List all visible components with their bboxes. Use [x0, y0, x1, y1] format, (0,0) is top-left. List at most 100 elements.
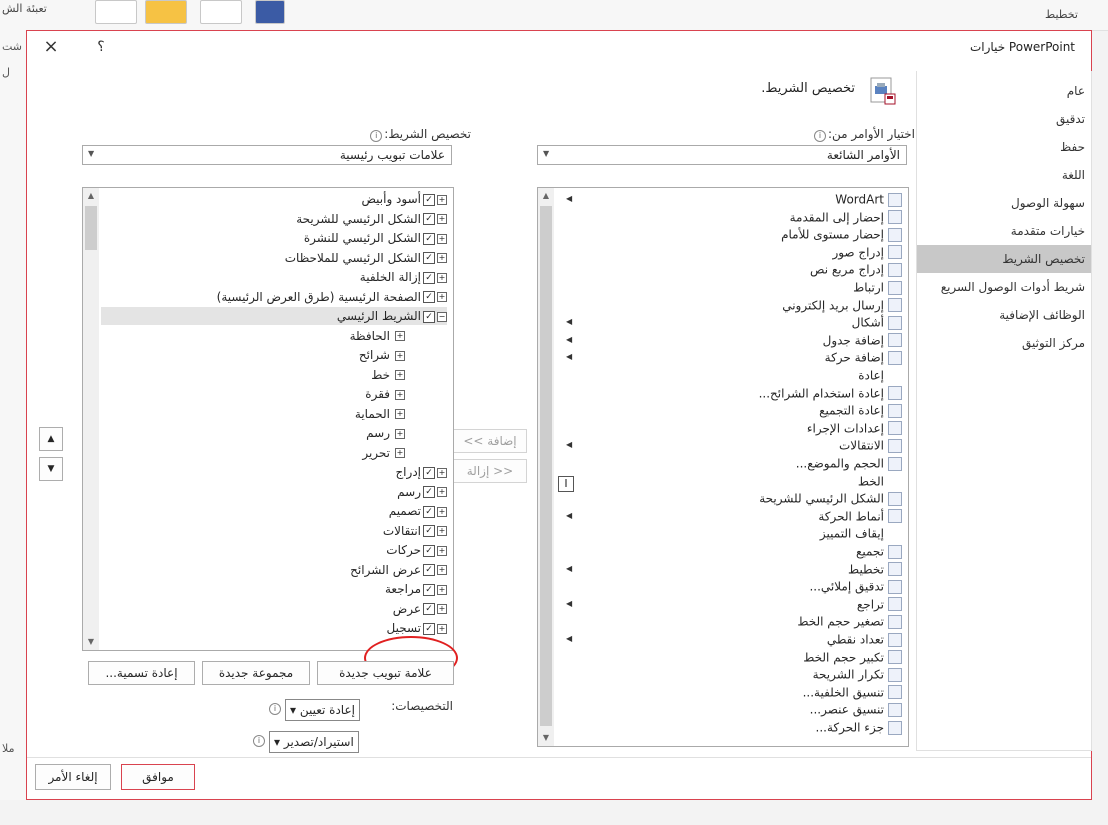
tab-checkbox[interactable]: ✓	[423, 525, 435, 537]
command-item[interactable]: إعدادات الإجراء	[807, 419, 902, 437]
nav-item[interactable]: حفظ	[917, 133, 1091, 161]
command-item[interactable]: تدقيق إملائي...	[809, 577, 902, 595]
command-item[interactable]: إضافة حركة	[825, 348, 902, 366]
tab-checkbox[interactable]: ✓	[423, 466, 435, 479]
expand-icon[interactable]: +	[437, 487, 447, 497]
tree-node[interactable]: + خط	[371, 366, 405, 384]
expand-icon[interactable]: +	[437, 272, 447, 283]
scroll-down-icon[interactable]: ▼	[83, 634, 99, 650]
tab-checkbox[interactable]: ✓	[423, 252, 435, 264]
scrollbar-thumb[interactable]	[85, 206, 97, 250]
command-item[interactable]: إعادة	[858, 366, 902, 384]
command-item[interactable]: إحضار مستوى للأمام	[781, 225, 902, 243]
command-item[interactable]: تخطيط	[848, 560, 902, 578]
ribbon-tree[interactable]: ▲ ▼ +✓أسود وأبيض +✓الشكل الرئيسي للشريحة +…	[82, 187, 454, 651]
command-item[interactable]: الحجم والموضع...	[796, 454, 902, 472]
expand-icon[interactable]: +	[395, 448, 405, 458]
command-item[interactable]: إرسال بريد إلكتروني	[782, 296, 902, 314]
expand-icon[interactable]: +	[437, 292, 447, 302]
tab-checkbox[interactable]: ✓	[423, 603, 435, 615]
commands-list[interactable]: ▲ ▼ I WordArt ◀ إحضار إلى المقدمة إحضار مست…	[537, 187, 909, 747]
expand-icon[interactable]: +	[395, 409, 405, 419]
command-item[interactable]: إدراج مربع نص	[810, 260, 902, 278]
tree-node[interactable]: −✓الشريط الرئيسي	[101, 307, 447, 325]
collapse-icon[interactable]: −	[437, 311, 447, 322]
tab-checkbox[interactable]: ✓	[423, 564, 435, 576]
tree-node[interactable]: + الحافظة	[350, 327, 405, 345]
ok-button[interactable]: موافق	[121, 764, 195, 790]
tree-node[interactable]: + فقرة	[365, 385, 405, 403]
expand-icon[interactable]: +	[437, 506, 447, 517]
tree-node[interactable]: +✓عرض الشرائح	[350, 561, 447, 579]
nav-item[interactable]: مركز التوثيق	[917, 329, 1091, 357]
tree-node[interactable]: + الحماية	[355, 405, 405, 423]
tab-checkbox[interactable]: ✓	[423, 213, 435, 225]
nav-item[interactable]: تخصيص الشريط	[917, 245, 1091, 273]
expand-icon[interactable]: +	[437, 545, 447, 556]
command-item[interactable]: تكرار الشريحة	[813, 665, 902, 683]
command-item[interactable]: تنسيق الخلفية...	[803, 683, 902, 701]
nav-item[interactable]: تدقيق	[917, 105, 1091, 133]
tab-checkbox[interactable]: ✓	[423, 310, 435, 323]
nav-item[interactable]: الوظائف الإضافية	[917, 301, 1091, 329]
customize-ribbon-dropdown[interactable]: علامات تبويب رئيسية ▼	[82, 145, 452, 165]
expand-icon[interactable]: +	[437, 194, 447, 205]
ribbon-tree-scrollbar[interactable]: ▲ ▼	[83, 188, 99, 650]
command-item[interactable]: ارتباط	[853, 278, 902, 296]
expand-icon[interactable]: +	[395, 370, 405, 380]
tree-node[interactable]: +✓تسجيل	[387, 619, 447, 637]
command-item[interactable]: الخط	[858, 472, 902, 490]
tree-node[interactable]: + رسم	[366, 424, 405, 442]
tree-node[interactable]: +✓رسم	[397, 483, 447, 501]
command-item[interactable]: جزء الحركة...	[816, 718, 902, 736]
expand-icon[interactable]: +	[395, 389, 405, 400]
expand-icon[interactable]: +	[437, 253, 447, 263]
scroll-up-icon[interactable]: ▲	[538, 188, 554, 204]
tab-checkbox[interactable]: ✓	[423, 232, 435, 245]
tab-checkbox[interactable]: ✓	[423, 291, 435, 303]
nav-item[interactable]: اللغة	[917, 161, 1091, 189]
tree-node[interactable]: +✓إدراج	[395, 463, 447, 481]
expand-icon[interactable]: +	[395, 331, 405, 341]
scroll-down-icon[interactable]: ▼	[538, 730, 554, 746]
tab-checkbox[interactable]: ✓	[423, 622, 435, 635]
command-item[interactable]: تكبير حجم الخط	[803, 648, 902, 666]
command-item[interactable]: تراجع	[857, 595, 902, 613]
remove-button[interactable]: << إزالة	[453, 459, 527, 483]
command-item[interactable]: أشكال	[852, 313, 902, 331]
reset-dropdown[interactable]: إعادة تعيين ▾	[285, 699, 360, 721]
expand-icon[interactable]: +	[437, 584, 447, 595]
expand-icon[interactable]: +	[395, 428, 405, 439]
expand-icon[interactable]: +	[437, 623, 447, 634]
command-item[interactable]: الشكل الرئيسي للشريحة	[759, 489, 902, 507]
command-item[interactable]: تجميع	[856, 542, 902, 560]
tree-node[interactable]: +✓الشكل الرئيسي للملاحظات	[285, 249, 447, 267]
command-item[interactable]: أنماط الحركة	[818, 507, 902, 525]
nav-item[interactable]: شريط أدوات الوصول السريع	[917, 273, 1091, 301]
tree-node[interactable]: +✓الشكل الرئيسي للنشرة	[304, 229, 447, 247]
scrollbar-thumb[interactable]	[540, 206, 552, 726]
tab-checkbox[interactable]: ✓	[423, 583, 435, 596]
expand-icon[interactable]: +	[437, 526, 447, 536]
nav-item[interactable]: سهولة الوصول	[917, 189, 1091, 217]
expand-icon[interactable]: +	[437, 604, 447, 614]
expand-icon[interactable]: +	[437, 565, 447, 575]
new-group-button[interactable]: مجموعة جديدة	[202, 661, 310, 685]
command-item[interactable]: إعادة استخدام الشرائح...	[759, 384, 902, 402]
help-icon[interactable]: ؟	[91, 35, 111, 59]
tab-checkbox[interactable]: ✓	[423, 271, 435, 284]
cancel-button[interactable]: إلغاء الأمر	[35, 764, 111, 790]
command-item[interactable]: تنسيق عنصر...	[810, 700, 902, 718]
move-up-button[interactable]: ▲	[39, 427, 63, 451]
command-item[interactable]: إدراج صور	[832, 243, 902, 261]
tree-node[interactable]: +✓تصميم	[389, 502, 447, 520]
tree-node[interactable]: +✓إزالة الخلفية	[360, 268, 447, 286]
tab-checkbox[interactable]: ✓	[423, 486, 435, 498]
rename-button[interactable]: إعادة تسمية...	[88, 661, 195, 685]
expand-icon[interactable]: +	[395, 350, 405, 361]
tree-node[interactable]: +✓مراجعة	[385, 580, 447, 598]
command-item[interactable]: إضافة جدول	[823, 331, 902, 349]
tree-node[interactable]: +✓الصفحة الرئيسية (طرق العرض الرئيسية)	[217, 288, 447, 306]
close-icon[interactable]: ×	[39, 35, 63, 59]
expand-icon[interactable]: +	[437, 467, 447, 478]
